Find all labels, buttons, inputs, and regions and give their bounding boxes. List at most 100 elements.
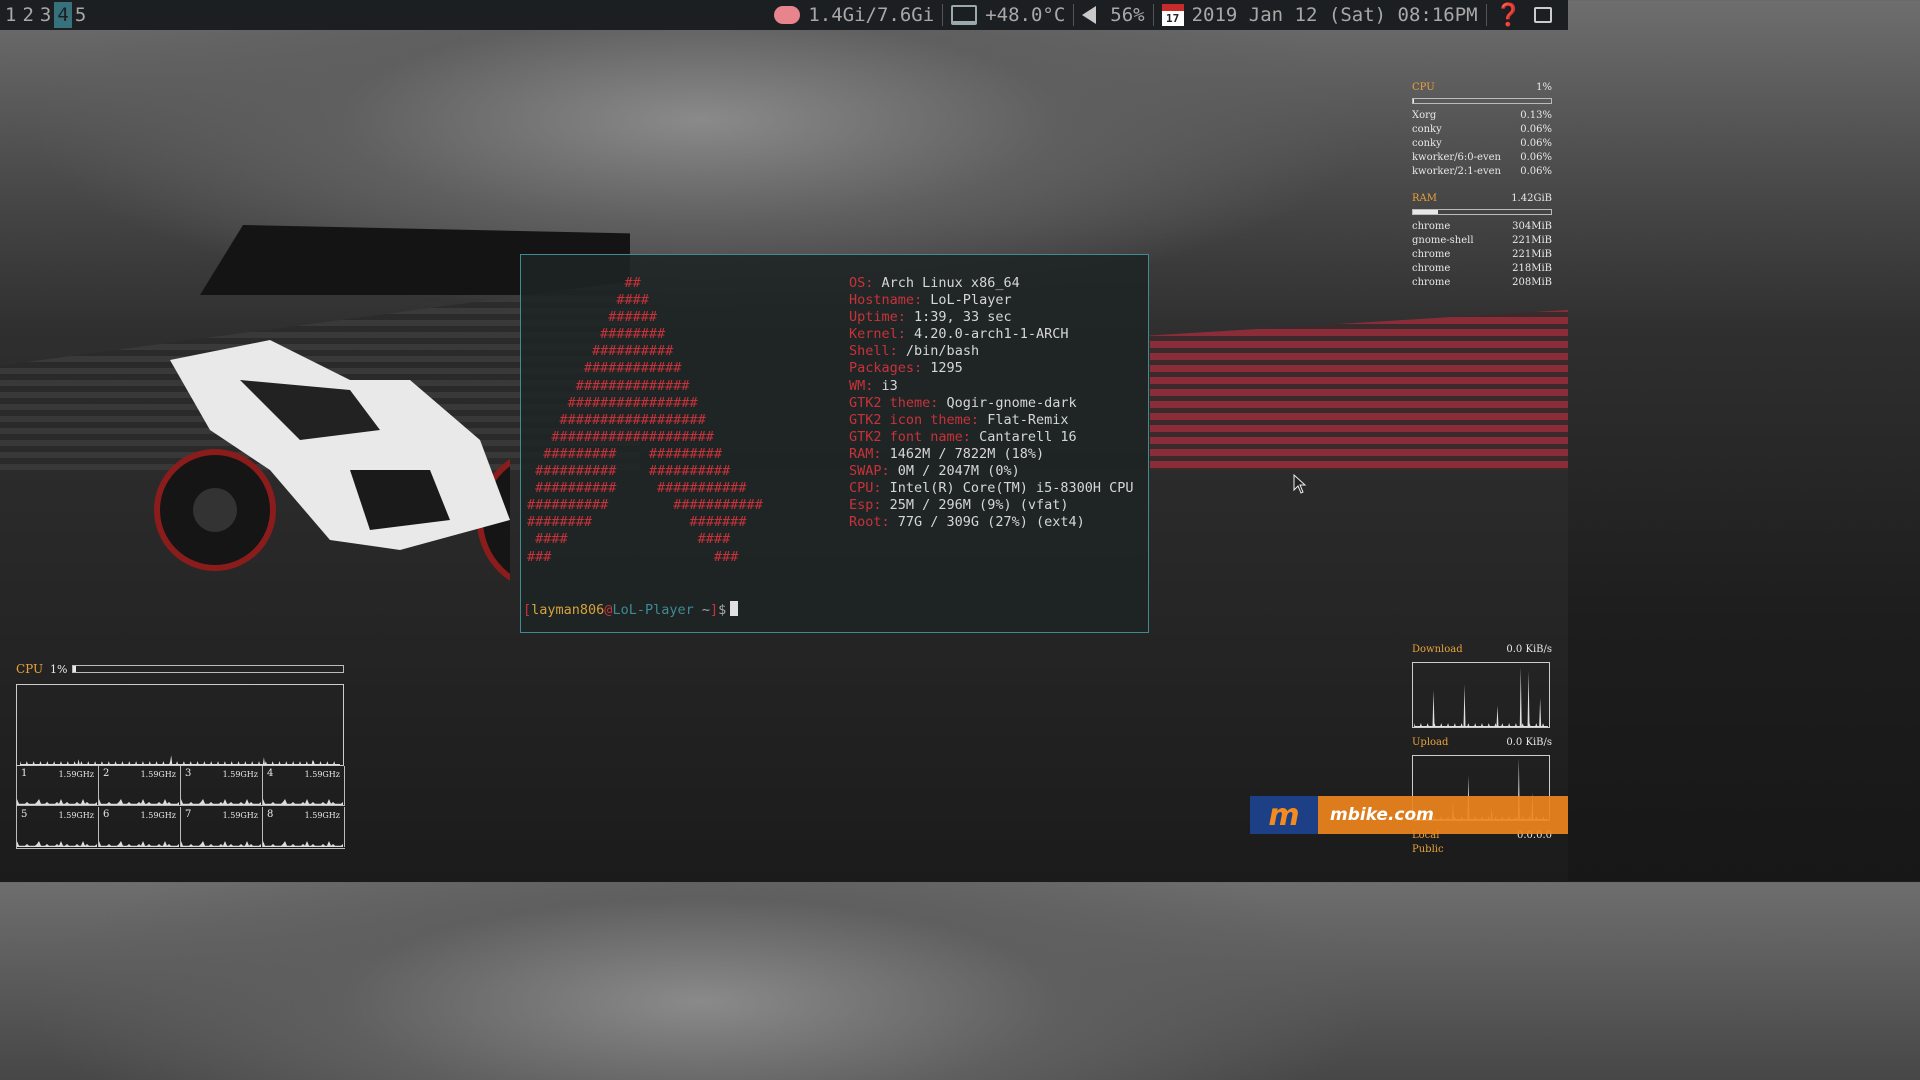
upload-label: Upload [1412, 737, 1449, 748]
workspace-switcher: 1 2 3 4 5 [0, 2, 89, 28]
process-value: 218MiB [1512, 263, 1552, 274]
workspace-button-2[interactable]: 2 [19, 2, 36, 28]
core-number: 2 [103, 768, 110, 779]
volume-block[interactable]: 56% [1076, 0, 1150, 30]
cpu-left-value: 1% [50, 663, 68, 676]
process-name: kworker/6:0-even [1412, 152, 1501, 163]
status-blocks: 1.4Gi/7.6Gi +48.0°C 56% 17 2019 Jan 12 (… [768, 0, 1558, 30]
info-key: Packages: [849, 360, 923, 377]
mouse-pointer-icon [1293, 474, 1307, 494]
core-frequency: 1.59GHz [304, 811, 340, 820]
core-number: 5 [21, 809, 28, 820]
info-row: Kernel: 4.20.0-arch1-1-ARCH [849, 326, 1134, 343]
process-row: chrome 218MiB [1412, 263, 1552, 274]
workspace-button-4-active[interactable]: 4 [54, 2, 72, 28]
ascii-line: ################ [527, 394, 698, 411]
mbike-logo: m [1250, 796, 1318, 834]
ascii-line: ###### [527, 309, 658, 326]
cpu-total-graph [16, 684, 344, 766]
ascii-line: ############ [527, 360, 682, 377]
ascii-line: #### [527, 292, 649, 309]
process-name: chrome [1412, 249, 1451, 260]
process-row: chrome 304MiB [1412, 221, 1552, 232]
core-number: 7 [185, 809, 192, 820]
info-value: Intel(R) Core(TM) i5-8300H CPU [889, 480, 1134, 497]
info-value: i3 [881, 377, 898, 394]
info-row: WM: i3 [849, 378, 1134, 395]
core-frequency: 1.59GHz [58, 811, 94, 820]
workspace-button-3[interactable]: 3 [37, 2, 54, 28]
process-row: chrome 208MiB [1412, 277, 1552, 288]
cpu-value: 1% [1536, 82, 1552, 93]
process-row: chrome 221MiB [1412, 249, 1552, 260]
cpu-core-cell: 2 1.59GHz [99, 766, 181, 806]
help-block[interactable]: ❓ [1489, 0, 1528, 30]
info-row: Hostname: LoL-Player [849, 292, 1134, 309]
ram-header: RAM 1.42GiB [1412, 193, 1552, 204]
help-icon[interactable]: ❓ [1495, 3, 1522, 28]
cpu-core-cell: 6 1.59GHz [99, 807, 181, 847]
workspace-button-5[interactable]: 5 [72, 2, 89, 28]
info-key: Uptime: [849, 309, 906, 326]
message-icon[interactable] [1534, 7, 1552, 23]
workspace-button-1[interactable]: 1 [2, 2, 19, 28]
info-row: Packages: 1295 [849, 360, 1134, 377]
info-value: LoL-Player [930, 292, 1012, 309]
cpu-bar [1412, 98, 1552, 104]
ascii-line: #################### [527, 428, 714, 445]
info-value: 1462M / 7822M (18%) [889, 445, 1045, 462]
core-frequency: 1.59GHz [222, 811, 258, 820]
speaker-icon [1082, 6, 1097, 24]
ascii-line: #### #### [527, 531, 731, 548]
prompt-dir: ~ [693, 602, 710, 618]
divider [1073, 4, 1075, 26]
core-number: 1 [21, 768, 28, 779]
info-key: OS: [849, 275, 874, 291]
info-key: GTK2 theme: [849, 394, 939, 411]
terminal-window[interactable]: ## #### ###### ######## ########## #####… [520, 254, 1149, 633]
info-value: 77G / 309G (27%) (ext4) [897, 514, 1085, 531]
notification-block[interactable] [1528, 0, 1558, 30]
ascii-line: ########## [527, 343, 674, 360]
info-row: Root: 77G / 309G (27%) (ext4) [849, 514, 1134, 531]
info-row: GTK2 theme: Qogir-gnome-dark [849, 395, 1134, 412]
download-value: 0.0 KiB/s [1506, 644, 1552, 655]
info-key: WM: [849, 377, 874, 394]
mbike-watermark: m mbike.com [1250, 796, 1568, 834]
shell-prompt[interactable]: [layman806@LoL-Player ~]$ [523, 601, 739, 619]
process-value: 0.06% [1520, 166, 1552, 177]
ram-label: RAM [1412, 193, 1437, 204]
cpu-core-cell: 5 1.59GHz [17, 807, 99, 847]
core-sparkline [99, 841, 179, 847]
cpu-header: CPU 1% [1412, 82, 1552, 93]
ascii-line: ## [527, 275, 641, 291]
memory-block: 1.4Gi/7.6Gi [768, 0, 940, 30]
ascii-line: ######## [527, 326, 666, 343]
process-value: 0.06% [1520, 124, 1552, 135]
ascii-line: ######### ######### [527, 445, 723, 462]
info-key: Shell: [849, 343, 898, 360]
info-row: Esp: 25M / 296M (9%) (vfat) [849, 497, 1134, 514]
process-name: conky [1412, 124, 1442, 135]
cpu-core-cell: 7 1.59GHz [181, 807, 263, 847]
volume-level: 56% [1110, 4, 1145, 26]
laptop-icon [951, 5, 978, 25]
ram-value: 1.42GiB [1511, 193, 1552, 204]
info-value: 1295 [930, 360, 963, 377]
info-value: 25M / 296M (9%) (vfat) [889, 497, 1069, 514]
info-key: Root: [849, 514, 890, 531]
core-sparkline [17, 841, 97, 847]
process-value: 0.13% [1520, 110, 1552, 121]
process-name: conky [1412, 138, 1442, 149]
info-key: Kernel: [849, 326, 906, 343]
process-row: Xorg 0.13% [1412, 110, 1552, 121]
date-block: 17 2019 Jan 12 (Sat) 08:16PM [1156, 0, 1484, 30]
info-value: 4.20.0-arch1-1-ARCH [914, 326, 1069, 343]
process-row: conky 0.06% [1412, 138, 1552, 149]
cpu-core-cell: 8 1.59GHz [263, 807, 345, 847]
core-frequency: 1.59GHz [140, 811, 176, 820]
prompt-bracket-open: [ [523, 602, 532, 618]
brain-icon [774, 6, 801, 24]
cpu-core-cell: 3 1.59GHz [181, 766, 263, 806]
info-value: Qogir-gnome-dark [946, 394, 1077, 411]
